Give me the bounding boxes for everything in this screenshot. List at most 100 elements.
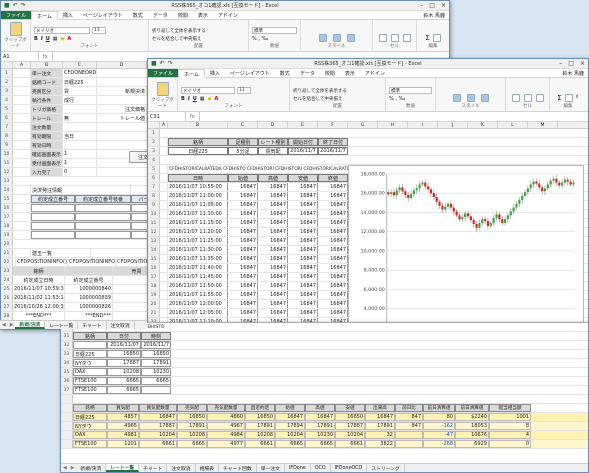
cell[interactable]: NYダウ: [73, 359, 107, 367]
merge-center-button[interactable]: セルを結合して中央揃え: [293, 96, 382, 102]
cell[interactable]: [75, 231, 131, 239]
sheet-tab[interactable]: ストリーング: [367, 464, 405, 472]
candle[interactable]: [464, 213, 467, 218]
save-icon[interactable]: ■: [4, 2, 10, 9]
sheet-tab[interactable]: OCO: [311, 464, 331, 472]
row-header[interactable]: 3: [1, 87, 13, 95]
cell[interactable]: [160, 246, 168, 254]
column-d[interactable]: D: [258, 122, 288, 128]
merge-center-button[interactable]: セルを結合して中央揃え: [152, 36, 245, 42]
column-e[interactable]: E: [288, 122, 318, 128]
cell[interactable]: 10230: [305, 431, 335, 439]
cell[interactable]: 10676: [455, 431, 489, 439]
candle[interactable]: [458, 215, 461, 220]
cell[interactable]: -47: [423, 431, 455, 439]
cell[interactable]: [160, 237, 168, 245]
cell[interactable]: [160, 210, 168, 218]
cell[interactable]: 銘柄: [168, 138, 228, 146]
cell[interactable]: 約定成立番号: [65, 276, 113, 284]
row-header[interactable]: 10: [148, 210, 160, 218]
cell[interactable]: 銘柄: [73, 404, 107, 412]
sheet-tab[interactable]: 相場表: [196, 464, 219, 472]
cell[interactable]: 出来高: [365, 404, 395, 412]
cell[interactable]: 2016/11/07 11:15:00: [168, 219, 228, 227]
row-header[interactable]: 28: [1, 312, 13, 320]
candle[interactable]: [521, 196, 524, 200]
cell[interactable]: 16847: [258, 192, 288, 200]
cell[interactable]: 17887: [107, 359, 141, 367]
cell[interactable]: 約定成立番号枝番: [75, 195, 131, 203]
tab-home[interactable]: ホーム: [31, 11, 58, 20]
cell[interactable]: 4965: [107, 422, 139, 430]
cell[interactable]: レート種別: [258, 138, 288, 146]
cell[interactable]: 17891: [177, 422, 207, 430]
cell[interactable]: 16847: [258, 210, 288, 218]
row-header[interactable]: 14: [148, 246, 160, 254]
cell[interactable]: 16847: [258, 183, 288, 191]
candle[interactable]: [509, 211, 512, 216]
cell[interactable]: 16847: [288, 210, 318, 218]
cell[interactable]: 執行条件: [31, 96, 63, 104]
cell[interactable]: [63, 141, 97, 149]
candle[interactable]: [421, 182, 424, 185]
cell[interactable]: [13, 213, 31, 221]
insert-cells-icon[interactable]: [378, 34, 387, 42]
cell[interactable]: 2016/11/7: [288, 147, 318, 155]
cell[interactable]: 4860: [207, 413, 245, 421]
border-icon[interactable]: ▦: [200, 96, 205, 102]
row-header[interactable]: 2: [148, 138, 160, 146]
cell[interactable]: 16847: [318, 201, 348, 209]
column-c[interactable]: C: [228, 122, 258, 128]
cell[interactable]: 17891: [141, 359, 171, 367]
cell[interactable]: 16847: [318, 237, 348, 245]
cell[interactable]: 6665: [107, 386, 141, 394]
cell[interactable]: 有効日時: [31, 141, 63, 149]
cell[interactable]: 2016/11/07 11:25:00: [168, 237, 228, 245]
row-header[interactable]: 5: [1, 105, 13, 113]
cell[interactable]: [13, 78, 31, 86]
cell[interactable]: 16847: [318, 246, 348, 254]
font-name-box[interactable]: メイリオ: [181, 87, 235, 94]
candle[interactable]: [535, 181, 538, 184]
candle[interactable]: [395, 190, 398, 196]
tab-file[interactable]: ファイル: [148, 69, 179, 77]
cell[interactable]: [13, 186, 31, 194]
column-m[interactable]: M: [528, 122, 558, 128]
undo-icon[interactable]: ↶: [13, 2, 18, 9]
cell[interactable]: 0: [489, 440, 531, 448]
fx-icon[interactable]: fx: [39, 52, 53, 61]
row-header[interactable]: 20: [148, 300, 160, 308]
row-header[interactable]: 34: [61, 359, 73, 367]
candle[interactable]: [409, 194, 413, 198]
cell[interactable]: トリガ価格: [31, 105, 63, 113]
column-d[interactable]: D: [97, 62, 147, 68]
candle[interactable]: [427, 186, 430, 190]
candle[interactable]: [569, 181, 572, 185]
sheet-tab[interactable]: 新規/決済: [76, 464, 107, 472]
tab-data[interactable]: データ: [148, 11, 173, 19]
cell[interactable]: 直近約定: [245, 404, 275, 412]
candle[interactable]: [429, 189, 433, 194]
cell[interactable]: 16847: [288, 300, 318, 308]
cell[interactable]: [160, 201, 168, 209]
cell[interactable]: 16847: [318, 255, 348, 263]
cell[interactable]: 銘柄: [73, 332, 107, 340]
tab-addins[interactable]: アドイン: [360, 69, 390, 77]
column-b-header[interactable]: B: [31, 62, 63, 68]
candle[interactable]: [432, 193, 435, 198]
cell[interactable]: 安値: [288, 174, 318, 182]
candle[interactable]: [461, 217, 464, 220]
tab-addins[interactable]: アドイン: [213, 11, 243, 19]
cell-style-icon[interactable]: [480, 94, 489, 102]
tab-view[interactable]: 表示: [340, 69, 360, 77]
cell[interactable]: [13, 195, 31, 203]
candle[interactable]: [529, 184, 532, 189]
candle[interactable]: [389, 192, 393, 195]
delete-cells-icon[interactable]: [523, 94, 532, 102]
cell[interactable]: 16847: [228, 273, 258, 281]
cell[interactable]: 2016/11/07 12:00:00: [168, 300, 228, 308]
cell[interactable]: 16847: [228, 255, 258, 263]
cell[interactable]: 時刻: [141, 332, 171, 340]
candle[interactable]: [518, 199, 521, 204]
cell[interactable]: 16847: [228, 210, 258, 218]
